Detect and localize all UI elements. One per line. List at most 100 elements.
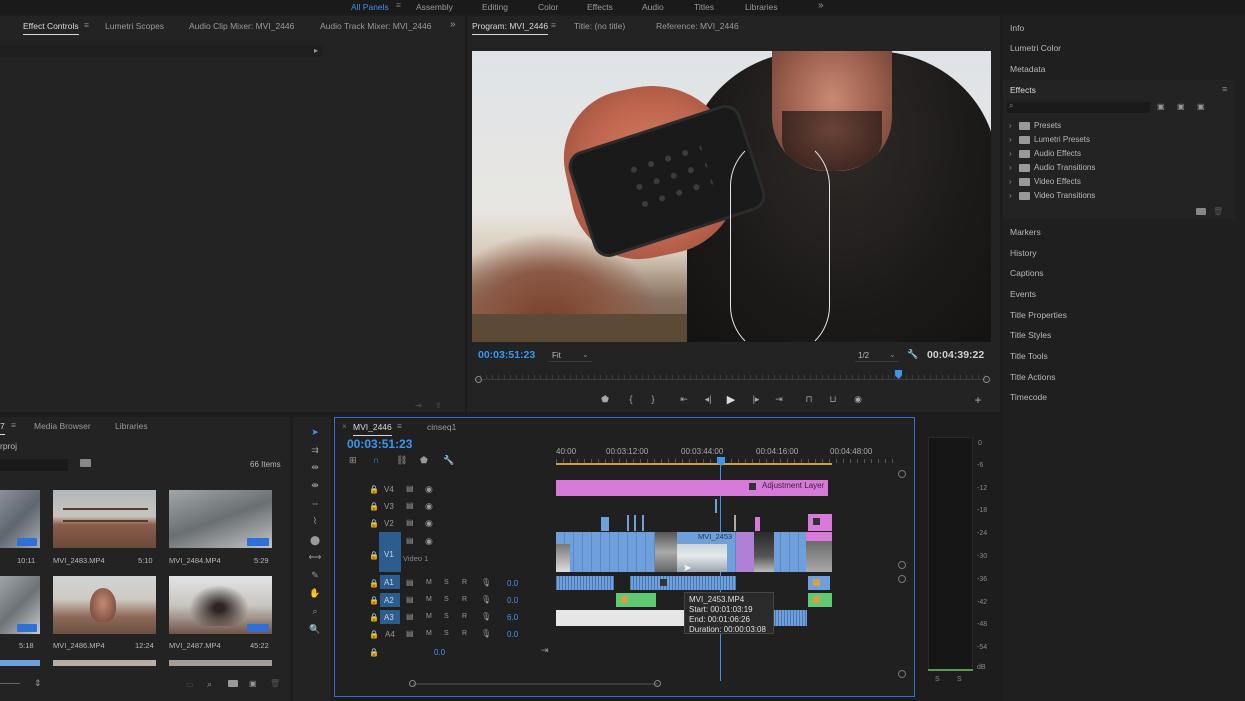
selection-tool-icon[interactable]: ➤ [309, 426, 321, 438]
find-icon[interactable]: ⌕ [207, 679, 212, 690]
work-area-bar[interactable] [556, 463, 832, 465]
tabs-overflow-icon[interactable]: » [450, 19, 456, 30]
eye-icon[interactable]: ◉ [425, 518, 433, 529]
effects-video-effects[interactable]: Video Effects [1034, 177, 1081, 186]
tab-cinseq1[interactable]: cinseq1 [427, 422, 456, 432]
snap-icon[interactable]: ∩ [373, 455, 379, 465]
add-marker-icon[interactable]: ⬟ [599, 393, 611, 405]
sync-lock-icon[interactable]: ▤ [406, 595, 414, 604]
panel-captions[interactable]: Captions [1010, 268, 1044, 278]
vertical-scroll-handle[interactable] [898, 575, 906, 583]
track-target-a2[interactable]: A2 [380, 593, 400, 607]
add-marker-icon[interactable]: ⬟ [420, 455, 428, 466]
vertical-scroll-handle[interactable] [898, 670, 906, 678]
scrollbar-right-handle[interactable] [654, 680, 661, 687]
solo-left-button[interactable]: S [935, 676, 940, 683]
mark-out-icon[interactable]: } [647, 393, 659, 405]
timeline-ruler[interactable]: 40:00 00:03:12:00 00:03:44:00 00:04:16:0… [556, 444, 896, 466]
slide-tool-icon[interactable]: ⟷ [309, 551, 322, 563]
32bit-effects-icon[interactable]: ▣ [1177, 102, 1185, 111]
panel-history[interactable]: History [1010, 248, 1036, 258]
sync-lock-icon[interactable]: ▤ [406, 501, 414, 510]
adjustment-layer-clip[interactable]: Adjustment Layer [556, 480, 828, 496]
workspace-effects[interactable]: Effects [587, 2, 613, 12]
clip-thumbnail[interactable] [169, 576, 272, 634]
v2-clip[interactable] [755, 517, 760, 531]
microphone-icon[interactable]: 🎙 [481, 595, 491, 604]
track-volume-a1[interactable]: 0.0 [507, 579, 518, 588]
track-target-a1[interactable]: A1 [380, 575, 400, 589]
sync-lock-icon[interactable]: ▤ [406, 518, 414, 527]
chevron-right-icon[interactable]: › [1009, 149, 1012, 158]
v2-clip[interactable] [634, 515, 636, 531]
timeline-timecode[interactable]: 00:03:51:23 [347, 437, 412, 451]
v3-clip-sliver[interactable] [715, 499, 717, 513]
play-icon[interactable]: ▶ [725, 393, 737, 406]
chevron-right-icon[interactable]: › [1009, 191, 1012, 200]
eye-icon[interactable]: ◉ [425, 536, 433, 547]
mute-button[interactable]: M [426, 596, 432, 603]
pen-tool-icon[interactable]: ✎ [309, 569, 321, 581]
record-button[interactable]: R [462, 596, 467, 603]
track-target-v1[interactable]: V1 [379, 532, 401, 572]
sort-icon[interactable]: ⇕ [34, 678, 42, 689]
lift-icon[interactable]: ⊓ [803, 393, 815, 405]
tab-libraries[interactable]: Libraries [115, 421, 148, 431]
effects-search-input[interactable]: ⌕ [1007, 101, 1150, 113]
v1-clip-strip[interactable]: MVI_2453 [556, 532, 832, 572]
zoom-tool-icon[interactable]: 🔍 [309, 623, 321, 635]
solo-button[interactable]: S [444, 579, 449, 586]
accelerated-effects-icon[interactable]: ▣ [1157, 102, 1165, 111]
lock-icon[interactable]: 🔒 [369, 519, 379, 528]
lock-icon[interactable]: 🔒 [369, 485, 379, 494]
v2-clip[interactable] [642, 515, 644, 531]
resolution-select[interactable]: 1/2 ⌄ [855, 349, 899, 362]
track-select-tool-icon[interactable]: ⇉ [309, 444, 321, 456]
tab-title[interactable]: Title: (no title) [574, 21, 625, 31]
go-to-out-icon[interactable]: ⇥ [773, 393, 785, 405]
solo-right-button[interactable]: S [957, 676, 962, 683]
tab-menu-icon[interactable]: ≡ [84, 20, 89, 30]
program-scrubber[interactable] [475, 370, 990, 384]
workspace-color[interactable]: Color [538, 2, 558, 12]
clip-thumbnail-partial[interactable] [0, 660, 40, 666]
panel-effects-title[interactable]: Effects [1010, 85, 1036, 95]
export-frame-icon[interactable]: ⇥ [415, 401, 422, 410]
rolling-edit-tool-icon[interactable]: ⇼ [309, 479, 321, 491]
tab-audio-clip-mixer[interactable]: Audio Clip Mixer: MVI_2446 [189, 21, 294, 31]
trash-icon[interactable]: 🗑 [270, 679, 280, 688]
panel-title-properties[interactable]: Title Properties [1010, 310, 1067, 320]
sync-lock-icon[interactable]: ▤ [406, 629, 414, 638]
workspace-titles[interactable]: Titles [694, 2, 714, 12]
effects-lumetri-presets[interactable]: Lumetri Presets [1034, 135, 1090, 144]
workspace-all-panels[interactable]: All Panels [351, 2, 389, 12]
linked-selection-icon[interactable]: ⛓ [396, 455, 407, 466]
eye-icon[interactable]: ◉ [425, 484, 433, 495]
add-button-icon[interactable]: + [972, 393, 984, 407]
workspace-editing[interactable]: Editing [482, 2, 508, 12]
step-back-icon[interactable]: ◂| [702, 393, 714, 405]
project-search-input[interactable] [0, 459, 68, 471]
close-icon[interactable]: × [342, 422, 347, 431]
slip-tool-icon[interactable]: ⬤ [309, 534, 321, 546]
sync-lock-icon[interactable]: ▤ [406, 612, 414, 621]
clip-thumbnail[interactable] [53, 576, 156, 634]
master-end-icon[interactable]: ⇥ [541, 645, 549, 656]
sync-lock-icon[interactable]: ▤ [406, 484, 414, 493]
timeline-horizontal-scrollbar[interactable] [343, 678, 903, 690]
sync-lock-icon[interactable]: ▤ [406, 578, 414, 587]
tab-menu-icon[interactable]: ≡ [551, 20, 556, 30]
clip-thumbnail-partial[interactable] [53, 660, 156, 666]
workspace-audio[interactable]: Audio [642, 2, 664, 12]
scrubber-in-handle[interactable] [475, 376, 482, 383]
panel-title-actions[interactable]: Title Actions [1010, 372, 1056, 382]
rate-stretch-tool-icon[interactable]: ⇔ [309, 497, 321, 509]
go-to-in-icon[interactable]: ⇤ [678, 393, 690, 405]
clip-thumbnail[interactable] [169, 490, 272, 548]
chevron-right-icon[interactable]: › [1009, 121, 1012, 130]
record-button[interactable]: R [462, 630, 467, 637]
panel-metadata[interactable]: Metadata [1010, 64, 1045, 74]
vertical-scroll-handle[interactable] [898, 470, 906, 478]
tab-audio-track-mixer[interactable]: Audio Track Mixer: MVI_2446 [320, 21, 432, 31]
panel-info[interactable]: Info [1010, 23, 1024, 33]
